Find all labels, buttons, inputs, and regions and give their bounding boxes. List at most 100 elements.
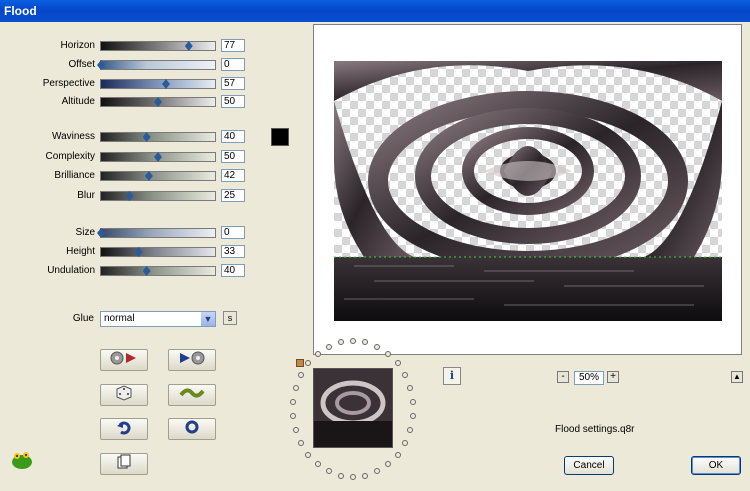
slider-track[interactable]: [100, 79, 216, 89]
slider-value-input[interactable]: 77: [221, 39, 245, 52]
slider-value-input[interactable]: 33: [221, 245, 245, 258]
slider-thumb[interactable]: [142, 132, 151, 142]
ring-dot: [325, 343, 332, 350]
flood-effect-image: [334, 61, 722, 321]
ring-dot: [292, 384, 299, 391]
preview-image: [334, 61, 722, 321]
glue-value: normal: [104, 313, 135, 324]
color-swatch[interactable]: [271, 128, 289, 146]
slider-value-input[interactable]: 0: [221, 58, 245, 71]
slider-row-horizon: Horizon 77: [0, 39, 250, 53]
ring-handle[interactable]: [296, 359, 304, 367]
slider-value-input[interactable]: 57: [221, 77, 245, 90]
slider-track[interactable]: [97, 60, 216, 70]
ring-dot: [305, 451, 312, 458]
slider-value-input[interactable]: 40: [221, 264, 245, 277]
undo-icon: [117, 421, 131, 435]
slider-value-input[interactable]: 25: [221, 189, 245, 202]
slider-track[interactable]: [97, 228, 216, 238]
slider-thumb[interactable]: [142, 266, 151, 276]
slider-value-input[interactable]: 50: [221, 95, 245, 108]
ring-dot: [298, 440, 305, 446]
slider-label: Blur: [77, 190, 95, 201]
ring-dot: [305, 360, 312, 367]
slider-row-size: Size 0: [0, 226, 250, 240]
ring-dot: [362, 472, 369, 479]
slider-value-input[interactable]: 42: [221, 169, 245, 182]
slider-track[interactable]: [100, 97, 216, 107]
ring-dot: [314, 350, 321, 357]
ring-dot: [298, 372, 305, 378]
slider-thumb[interactable]: [154, 152, 162, 162]
thumbnail-image: [314, 369, 392, 447]
slider-value-input[interactable]: 50: [221, 150, 245, 163]
slider-track[interactable]: [100, 266, 216, 276]
slider-label: Complexity: [45, 151, 95, 162]
ring-dot: [401, 372, 408, 378]
randomize-button[interactable]: [100, 384, 148, 406]
glue-label: Glue: [72, 313, 94, 324]
slider-thumb[interactable]: [154, 97, 162, 107]
preview-panel[interactable]: [313, 24, 742, 355]
window-title: Flood: [4, 4, 37, 18]
ring-dot: [407, 384, 414, 391]
slider-thumb[interactable]: [144, 171, 153, 181]
app-logo: [10, 450, 34, 470]
ring-dot: [394, 451, 401, 458]
cancel-button[interactable]: Cancel: [564, 456, 614, 475]
next-preset-button[interactable]: [168, 349, 216, 371]
slider-track[interactable]: [100, 171, 216, 181]
zoom-out-button[interactable]: -: [557, 371, 569, 383]
ring-dot: [385, 350, 392, 357]
ring-dot: [409, 413, 416, 420]
wave-button[interactable]: [168, 384, 216, 406]
slider-track[interactable]: [100, 191, 216, 201]
dice-icon: [116, 385, 132, 401]
slider-thumb[interactable]: [184, 41, 193, 51]
slider-label: Height: [66, 246, 95, 257]
slider-thumb[interactable]: [161, 79, 170, 89]
thumbnail-navigator[interactable]: [313, 368, 393, 448]
expand-button[interactable]: ▲: [731, 371, 743, 383]
slider-label: Undulation: [47, 265, 95, 276]
glue-select[interactable]: normal ▼: [100, 311, 216, 327]
film-right-icon: [180, 351, 205, 365]
glue-s-button[interactable]: s: [223, 311, 237, 325]
slider-value-input[interactable]: 40: [221, 130, 245, 143]
film-left-icon: [110, 351, 136, 365]
ring-dot: [290, 413, 297, 420]
slider-row-offset: Offset 0: [0, 58, 250, 72]
ring-dot: [350, 338, 356, 344]
slider-track[interactable]: [100, 152, 216, 162]
slider-row-perspective: Perspective 57: [0, 77, 250, 91]
slider-thumb[interactable]: [97, 60, 105, 70]
undo-button[interactable]: [100, 418, 148, 440]
copy-icon: [117, 454, 131, 469]
slider-row-blur: Blur 25: [0, 189, 250, 203]
slider-track[interactable]: [100, 247, 216, 257]
ring-dot: [374, 468, 381, 475]
slider-thumb[interactable]: [125, 191, 134, 201]
slider-value-input[interactable]: 0: [221, 226, 245, 239]
slider-thumb[interactable]: [97, 228, 105, 238]
slider-track[interactable]: [100, 41, 216, 51]
reset-icon: [185, 420, 199, 434]
slider-label: Perspective: [42, 78, 95, 89]
slider-label: Altitude: [61, 96, 95, 107]
chevron-down-icon[interactable]: ▼: [201, 312, 215, 326]
ok-button[interactable]: OK: [691, 456, 741, 475]
reset-button[interactable]: [168, 418, 216, 440]
ring-dot: [407, 427, 414, 433]
previous-preset-button[interactable]: [100, 349, 148, 371]
frog-logo-icon: [12, 452, 32, 469]
copy-button[interactable]: [100, 453, 148, 475]
settings-filename: Flood settings.q8r: [555, 424, 635, 435]
zoom-in-button[interactable]: +: [607, 371, 619, 383]
slider-thumb[interactable]: [134, 247, 143, 257]
slider-row-undulation: Undulation 40: [0, 264, 250, 278]
slider-label: Size: [75, 227, 95, 238]
slider-row-height: Height 33: [0, 245, 250, 259]
ring-dot: [401, 440, 408, 446]
info-button[interactable]: i: [443, 367, 461, 385]
slider-track[interactable]: [100, 132, 216, 142]
